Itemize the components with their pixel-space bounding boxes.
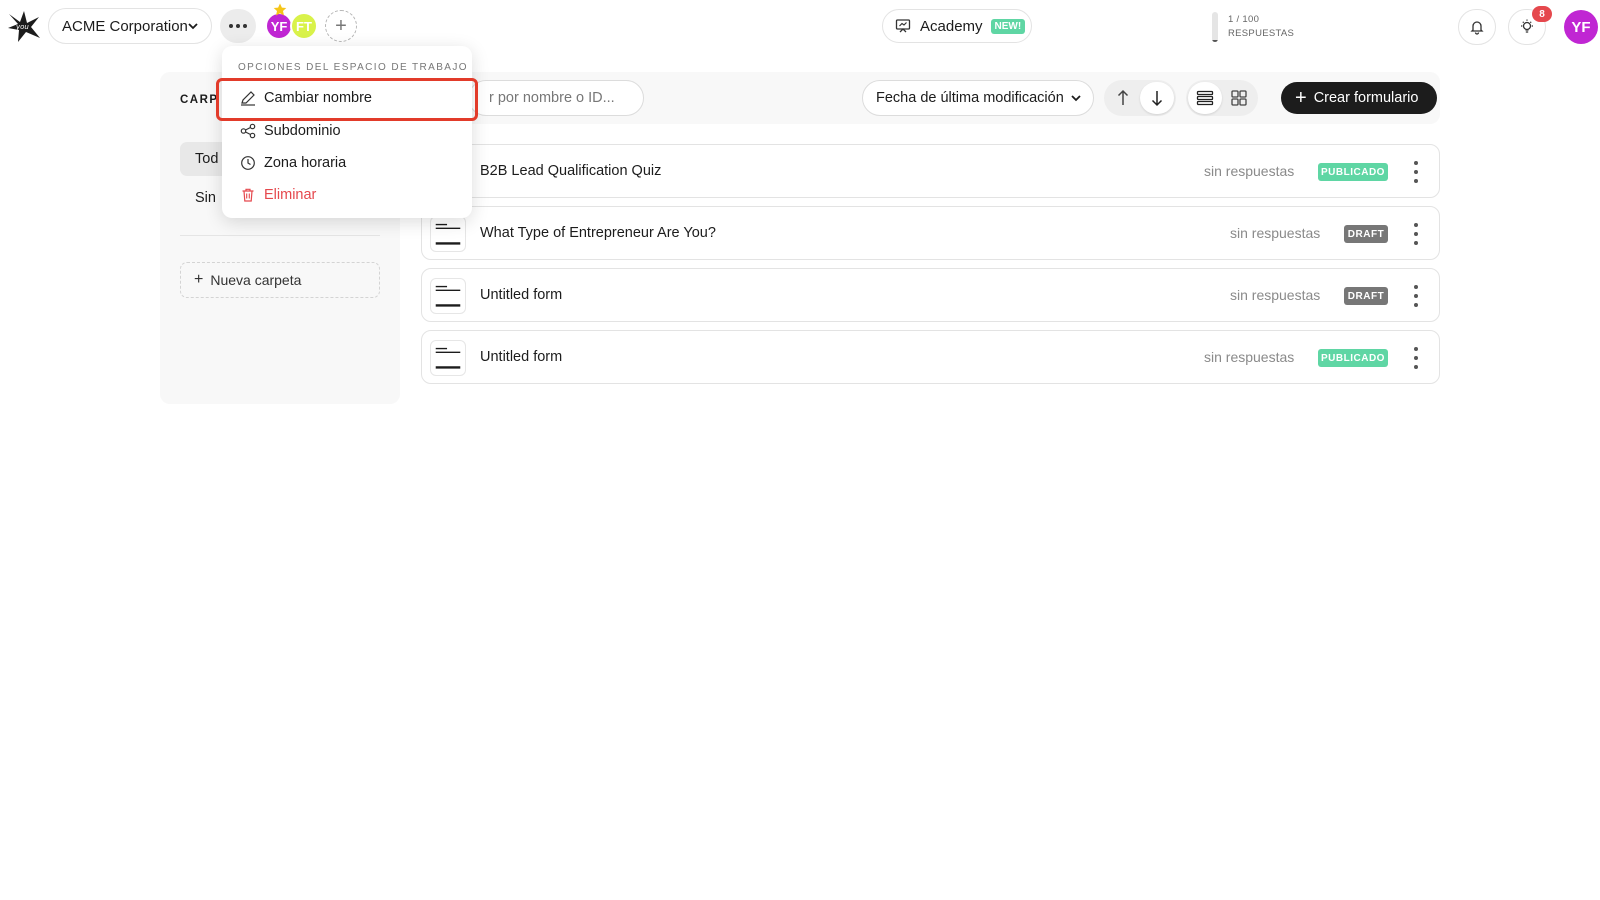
dot-icon: [1414, 161, 1418, 165]
pencil-icon: [241, 91, 255, 106]
dot-icon: [1414, 232, 1418, 236]
dot-icon: [1414, 170, 1418, 174]
form-responses: sin respuestas: [1204, 163, 1295, 179]
create-form-label: Crear formulario: [1313, 90, 1419, 106]
form-responses: sin respuestas: [1230, 225, 1321, 241]
sort-select[interactable]: Fecha de última modificación: [862, 80, 1094, 116]
sort-direction-toggle: [1104, 80, 1176, 116]
chevron-down-icon: [1071, 95, 1081, 102]
form-options-button[interactable]: [1408, 285, 1424, 307]
responses-label: RESPUESTAS: [1228, 28, 1295, 39]
search-input[interactable]: [468, 80, 644, 116]
form-options-button[interactable]: [1408, 347, 1424, 369]
menu-title: OPCIONES DEL ESPACIO DE TRABAJO: [238, 62, 468, 73]
share-nodes-icon: [240, 123, 256, 139]
menu-item-delete[interactable]: Eliminar: [234, 180, 464, 210]
dot-icon: [1414, 285, 1418, 289]
add-member-button[interactable]: +: [325, 10, 357, 42]
menu-item-label: Eliminar: [264, 187, 317, 203]
dot-icon: [1414, 365, 1418, 369]
menu-item-timezone[interactable]: Zona horaria: [234, 148, 464, 178]
new-badge: NEW!: [990, 18, 1026, 34]
form-row[interactable]: B2B Lead Qualification Quiz sin respuest…: [421, 144, 1440, 198]
status-badge-draft: DRAFT: [1344, 287, 1388, 305]
responses-counter: 1 / 100 RESPUESTAS: [1228, 13, 1294, 41]
new-folder-button[interactable]: + Nueva carpeta: [180, 262, 380, 298]
form-options-button[interactable]: [1408, 161, 1424, 183]
list-icon: [1196, 90, 1214, 106]
notification-count-badge: 8: [1532, 6, 1552, 22]
plus-icon: +: [1295, 87, 1307, 109]
arrow-up-icon: [1117, 89, 1129, 105]
form-name[interactable]: Untitled form: [480, 287, 562, 303]
form-thumbnail-icon: [430, 216, 466, 252]
svg-text:you: you: [15, 23, 29, 31]
view-mode-toggle: [1186, 80, 1258, 116]
form-name[interactable]: B2B Lead Qualification Quiz: [480, 163, 661, 179]
dot-icon: [1414, 303, 1418, 307]
dot-icon: [1414, 356, 1418, 360]
dot-icon: [1414, 347, 1418, 351]
dot-icon: [229, 24, 233, 28]
form-row[interactable]: What Type of Entrepreneur Are You? sin r…: [421, 206, 1440, 260]
menu-item-label: Zona horaria: [264, 155, 347, 171]
menu-item-label: Cambiar nombre: [264, 90, 372, 106]
clock-icon: [241, 156, 255, 170]
form-row[interactable]: Untitled form sin respuestas DRAFT: [421, 268, 1440, 322]
logo-icon[interactable]: you: [6, 8, 42, 44]
responses-progress-bar: [1212, 12, 1218, 42]
workspace-name: ACME Corporation: [62, 17, 188, 35]
sort-label: Fecha de última modificación: [876, 90, 1064, 106]
dot-icon: [1414, 223, 1418, 227]
responses-count: 1 / 100: [1228, 14, 1260, 25]
workspace-options-button[interactable]: [220, 9, 256, 43]
list-view-button[interactable]: [1188, 82, 1222, 114]
form-responses: sin respuestas: [1230, 287, 1321, 303]
status-badge-published: PUBLICADO: [1318, 349, 1388, 367]
form-name[interactable]: Untitled form: [480, 349, 562, 365]
star-icon: [273, 3, 287, 16]
user-avatar[interactable]: YF: [1564, 10, 1598, 44]
menu-item-subdomain[interactable]: Subdominio: [234, 116, 464, 146]
trash-icon: [242, 188, 254, 202]
dot-icon: [1414, 294, 1418, 298]
workspace-options-menu: OPCIONES DEL ESPACIO DE TRABAJO Cambiar …: [222, 46, 472, 218]
sort-ascending-button[interactable]: [1106, 82, 1140, 114]
menu-item-rename[interactable]: Cambiar nombre: [234, 83, 464, 113]
form-responses: sin respuestas: [1204, 349, 1295, 365]
form-row[interactable]: Untitled form sin respuestas PUBLICADO: [421, 330, 1440, 384]
create-form-button[interactable]: + Crear formulario: [1281, 82, 1437, 114]
sort-descending-button[interactable]: [1140, 82, 1174, 114]
folders-title: CARP: [180, 94, 219, 106]
member-avatar-ft[interactable]: FT: [290, 12, 318, 40]
grid-icon: [1231, 90, 1247, 106]
menu-item-label: Subdominio: [264, 123, 341, 139]
lightbulb-icon: [1521, 19, 1533, 33]
form-thumbnail-icon: [430, 340, 466, 376]
academy-button[interactable]: Academy NEW!: [882, 9, 1032, 43]
form-name[interactable]: What Type of Entrepreneur Are You?: [480, 225, 716, 241]
dot-icon: [236, 24, 240, 28]
arrow-down-icon: [1151, 91, 1163, 107]
status-badge-published: PUBLICADO: [1318, 163, 1388, 181]
forms-toolbar: Fecha de última modificación + Crear for…: [420, 72, 1440, 124]
dot-icon: [243, 24, 247, 28]
bell-icon: [1470, 21, 1484, 35]
form-options-button[interactable]: [1408, 223, 1424, 245]
presentation-icon: [895, 19, 911, 33]
chevron-down-icon: [188, 23, 198, 30]
plus-icon: +: [194, 271, 204, 288]
grid-view-button[interactable]: [1222, 82, 1256, 114]
workspace-select[interactable]: ACME Corporation: [48, 8, 212, 44]
dot-icon: [1414, 179, 1418, 183]
divider: [180, 235, 380, 236]
status-badge-draft: DRAFT: [1344, 225, 1388, 243]
form-thumbnail-icon: [430, 278, 466, 314]
responses-progress-fill: [1212, 39, 1218, 42]
new-folder-label: Nueva carpeta: [210, 272, 302, 288]
academy-label: Academy: [920, 17, 983, 35]
notifications-button[interactable]: [1458, 9, 1496, 45]
dot-icon: [1414, 241, 1418, 245]
